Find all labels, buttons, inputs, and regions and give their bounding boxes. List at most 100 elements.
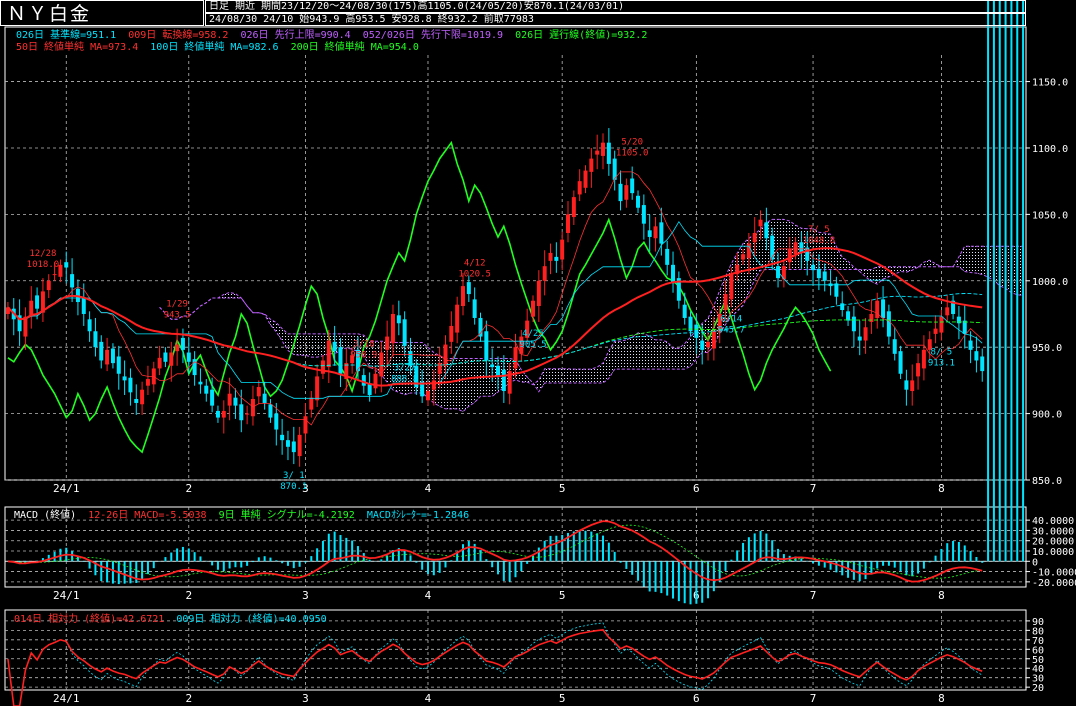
low-value-label: 945.7: [718, 325, 745, 335]
candle-body: [542, 266, 547, 281]
high-value-label: 943.5: [164, 311, 191, 321]
x-tick-label: 5: [559, 482, 566, 495]
x-tick-label: 3: [302, 589, 309, 602]
high-date-label: 4/12: [464, 258, 486, 268]
candle-body: [916, 363, 921, 377]
high-date-label: 5/20: [621, 138, 643, 148]
candle-body: [478, 317, 483, 337]
candle-body: [875, 300, 880, 318]
candle-body: [618, 183, 623, 202]
candle-body: [787, 248, 792, 263]
candle-body: [361, 375, 366, 386]
candle-body: [881, 299, 886, 318]
candle-body: [332, 341, 337, 352]
candle-body: [682, 304, 687, 318]
candle-body: [449, 325, 454, 342]
candle-body: [962, 320, 967, 334]
candle-body: [851, 316, 856, 332]
x-tick-label: 8: [938, 482, 945, 495]
candle-body: [116, 356, 121, 374]
page-title: ＮＹ白金: [0, 0, 204, 26]
candle-body: [81, 298, 86, 314]
y-tick-label: 1050.0: [1032, 210, 1068, 221]
x-tick-label: 3: [302, 692, 309, 705]
candle-body: [531, 300, 536, 317]
y-tick-label: 1000.0: [1032, 277, 1068, 288]
candle-body: [128, 377, 133, 393]
candle-body: [385, 336, 390, 350]
x-tick-label: 4: [425, 482, 432, 495]
candle-body: [886, 311, 891, 337]
candle-body: [647, 230, 652, 237]
candle-body: [758, 219, 763, 227]
high-date-label: 1/29: [166, 300, 188, 310]
candle-body: [606, 142, 611, 164]
candle-body: [303, 416, 308, 434]
candle-body: [595, 150, 600, 155]
rsi14-line: [7, 629, 983, 706]
candle-body: [443, 344, 448, 366]
candle-body: [641, 205, 646, 224]
indicator-ma50: 50日 終値単純 MA=973.4: [16, 42, 139, 53]
candle-body: [898, 351, 903, 374]
candle-body: [770, 235, 775, 260]
candle-body: [729, 274, 734, 300]
high-date-label: 12/28: [29, 249, 56, 259]
indicator-senko-upper: 026日 先行上限=990.4: [240, 30, 351, 41]
x-tick-label: 7: [810, 589, 817, 602]
indicator-ma100: 100日 終値単純 MA=982.6: [150, 42, 279, 53]
candle-body: [455, 304, 460, 333]
y-tick-label: -20.0000: [1032, 578, 1076, 589]
macd-header: MACD (終値) 12-26日 MACD=-5.5038 9日 単純 シグナル…: [14, 510, 475, 522]
candle-body: [280, 434, 285, 441]
candle-body: [402, 319, 407, 346]
candle-body: [472, 299, 477, 318]
candle-body: [367, 384, 372, 395]
candle-body: [513, 347, 518, 369]
x-tick-label: 24/1: [53, 692, 80, 705]
rsi-9: 009日 相対力 (終値)=40.0950: [176, 614, 327, 625]
candle-body: [711, 331, 716, 349]
candle-body: [204, 385, 209, 394]
high-value-label: 958.9: [350, 350, 377, 360]
candle-body: [974, 351, 979, 361]
candle-body: [110, 348, 115, 364]
indicator-ma200: 200日 終値単純 MA=954.0: [290, 42, 419, 53]
candle-body: [105, 349, 110, 365]
candle-body: [338, 347, 343, 374]
candle-body: [198, 381, 203, 385]
candle-body: [910, 380, 915, 392]
candle-body: [245, 413, 250, 415]
candle-body: [163, 352, 168, 362]
candle-body: [250, 398, 255, 417]
candle-body: [297, 434, 302, 457]
y-tick-label: 10.0000: [1032, 547, 1074, 558]
candle-body: [99, 341, 104, 361]
indicator-tenkan: 009日 転換線=958.2: [128, 30, 229, 41]
candle-body: [945, 307, 950, 316]
candle-body: [793, 242, 798, 255]
candle-body: [723, 294, 728, 310]
candle-body: [980, 356, 985, 372]
candle-body: [501, 369, 506, 392]
y-tick-label: 20: [1032, 683, 1044, 694]
candle-body: [840, 303, 845, 310]
candle-body: [601, 142, 606, 156]
x-tick-label: 2: [185, 589, 192, 602]
candle-body: [741, 254, 746, 260]
candle-body: [636, 195, 641, 208]
candle-body: [134, 398, 139, 403]
candle-body: [268, 404, 273, 418]
x-tick-label: 5: [559, 692, 566, 705]
candle-body: [495, 365, 500, 377]
header-line-2: 24/08/30 24/10 始943.9 高953.5 安928.8 終932…: [205, 13, 1026, 26]
x-tick-label: 7: [810, 692, 817, 705]
candle-body: [671, 264, 676, 284]
candle-body: [239, 404, 244, 421]
candle-body: [175, 344, 180, 352]
candle-body: [577, 181, 582, 195]
x-tick-label: 24/1: [53, 589, 80, 602]
candle-body: [665, 248, 670, 265]
candle-body: [834, 283, 839, 297]
macd-value: 12-26日 MACD=-5.5038: [88, 510, 207, 521]
